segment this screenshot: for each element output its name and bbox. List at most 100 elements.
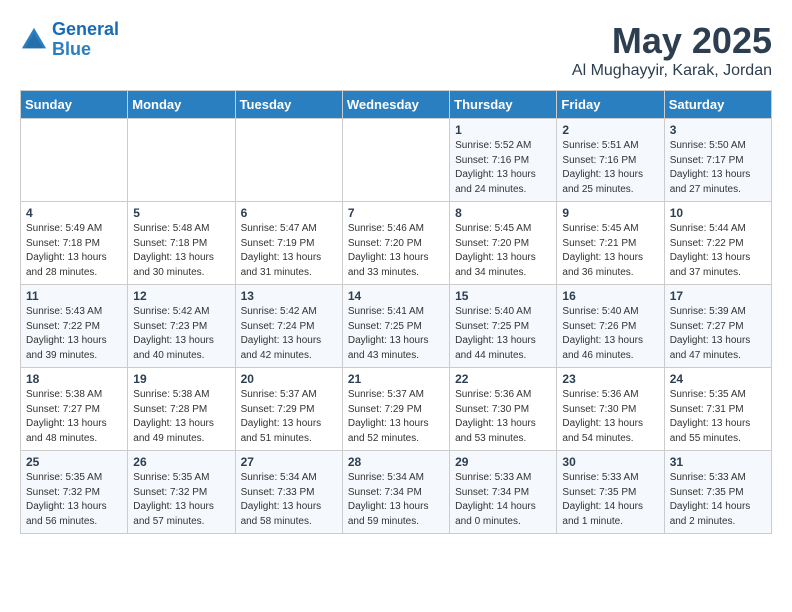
calendar-cell: 23 Sunrise: 5:36 AMSunset: 7:30 PMDayligh… <box>557 368 664 451</box>
calendar-cell: 24 Sunrise: 5:35 AMSunset: 7:31 PMDayligh… <box>664 368 771 451</box>
day-info: Sunrise: 5:33 AMSunset: 7:35 PMDaylight:… <box>670 471 766 529</box>
day-number: 30 <box>562 455 658 469</box>
day-number: 27 <box>241 455 337 469</box>
day-info: Sunrise: 5:45 AMSunset: 7:20 PMDaylight:… <box>455 222 551 280</box>
weekday-header: Tuesday <box>235 91 342 119</box>
weekday-header: Friday <box>557 91 664 119</box>
day-number: 24 <box>670 372 766 386</box>
day-number: 14 <box>348 289 444 303</box>
day-info: Sunrise: 5:44 AMSunset: 7:22 PMDaylight:… <box>670 222 766 280</box>
location-title: Al Mughayyir, Karak, Jordan <box>572 62 772 80</box>
calendar-cell: 15 Sunrise: 5:40 AMSunset: 7:25 PMDayligh… <box>450 285 557 368</box>
calendar-cell: 26 Sunrise: 5:35 AMSunset: 7:32 PMDayligh… <box>128 451 235 534</box>
day-info: Sunrise: 5:38 AMSunset: 7:27 PMDaylight:… <box>26 388 122 446</box>
day-info: Sunrise: 5:36 AMSunset: 7:30 PMDaylight:… <box>455 388 551 446</box>
calendar-cell: 6 Sunrise: 5:47 AMSunset: 7:19 PMDaylight… <box>235 202 342 285</box>
weekday-header: Sunday <box>21 91 128 119</box>
logo-text: General Blue <box>52 20 119 60</box>
calendar-week-row: 18 Sunrise: 5:38 AMSunset: 7:27 PMDayligh… <box>21 368 772 451</box>
day-info: Sunrise: 5:41 AMSunset: 7:25 PMDaylight:… <box>348 305 444 363</box>
day-number: 11 <box>26 289 122 303</box>
weekday-header-row: SundayMondayTuesdayWednesdayThursdayFrid… <box>21 91 772 119</box>
day-info: Sunrise: 5:48 AMSunset: 7:18 PMDaylight:… <box>133 222 229 280</box>
calendar-cell: 25 Sunrise: 5:35 AMSunset: 7:32 PMDayligh… <box>21 451 128 534</box>
calendar-cell: 4Sunrise: 5:49 AMSunset: 7:18 PMDaylight… <box>21 202 128 285</box>
day-number: 10 <box>670 206 766 220</box>
day-info: Sunrise: 5:34 AMSunset: 7:34 PMDaylight:… <box>348 471 444 529</box>
day-number: 16 <box>562 289 658 303</box>
day-info: Sunrise: 5:37 AMSunset: 7:29 PMDaylight:… <box>241 388 337 446</box>
day-number: 4 <box>26 206 122 220</box>
calendar-cell: 14 Sunrise: 5:41 AMSunset: 7:25 PMDayligh… <box>342 285 449 368</box>
day-number: 1 <box>455 123 551 137</box>
calendar-cell: 19Sunrise: 5:38 AMSunset: 7:28 PMDayligh… <box>128 368 235 451</box>
logo: General Blue <box>20 20 119 60</box>
calendar-cell: 3Sunrise: 5:50 AMSunset: 7:17 PMDaylight… <box>664 119 771 202</box>
day-number: 26 <box>133 455 229 469</box>
day-number: 5 <box>133 206 229 220</box>
calendar-cell <box>342 119 449 202</box>
weekday-header: Saturday <box>664 91 771 119</box>
calendar-cell: 2 Sunrise: 5:51 AMSunset: 7:16 PMDaylight… <box>557 119 664 202</box>
day-number: 12 <box>133 289 229 303</box>
day-info: Sunrise: 5:52 AMSunset: 7:16 PMDaylight:… <box>455 139 551 197</box>
calendar-cell: 9 Sunrise: 5:45 AMSunset: 7:21 PMDaylight… <box>557 202 664 285</box>
day-info: Sunrise: 5:51 AMSunset: 7:16 PMDaylight:… <box>562 139 658 197</box>
calendar-cell: 29 Sunrise: 5:33 AMSunset: 7:34 PMDayligh… <box>450 451 557 534</box>
weekday-header: Monday <box>128 91 235 119</box>
calendar-cell: 27 Sunrise: 5:34 AMSunset: 7:33 PMDayligh… <box>235 451 342 534</box>
day-info: Sunrise: 5:42 AMSunset: 7:23 PMDaylight:… <box>133 305 229 363</box>
day-info: Sunrise: 5:42 AMSunset: 7:24 PMDaylight:… <box>241 305 337 363</box>
day-number: 25 <box>26 455 122 469</box>
day-number: 13 <box>241 289 337 303</box>
calendar-cell: 11Sunrise: 5:43 AMSunset: 7:22 PMDayligh… <box>21 285 128 368</box>
day-info: Sunrise: 5:35 AMSunset: 7:32 PMDaylight:… <box>26 471 122 529</box>
calendar-cell: 21Sunrise: 5:37 AMSunset: 7:29 PMDayligh… <box>342 368 449 451</box>
day-info: Sunrise: 5:39 AMSunset: 7:27 PMDaylight:… <box>670 305 766 363</box>
day-info: Sunrise: 5:40 AMSunset: 7:25 PMDaylight:… <box>455 305 551 363</box>
calendar-cell: 20 Sunrise: 5:37 AMSunset: 7:29 PMDayligh… <box>235 368 342 451</box>
month-title: May 2025 <box>572 20 772 62</box>
day-info: Sunrise: 5:34 AMSunset: 7:33 PMDaylight:… <box>241 471 337 529</box>
day-number: 17 <box>670 289 766 303</box>
calendar-cell: 17 Sunrise: 5:39 AMSunset: 7:27 PMDayligh… <box>664 285 771 368</box>
day-number: 22 <box>455 372 551 386</box>
day-info: Sunrise: 5:33 AMSunset: 7:35 PMDaylight:… <box>562 471 658 529</box>
weekday-header: Thursday <box>450 91 557 119</box>
calendar-cell: 16Sunrise: 5:40 AMSunset: 7:26 PMDayligh… <box>557 285 664 368</box>
calendar-week-row: 4Sunrise: 5:49 AMSunset: 7:18 PMDaylight… <box>21 202 772 285</box>
calendar-cell: 13 Sunrise: 5:42 AMSunset: 7:24 PMDayligh… <box>235 285 342 368</box>
title-area: May 2025 Al Mughayyir, Karak, Jordan <box>572 20 772 80</box>
day-info: Sunrise: 5:35 AMSunset: 7:31 PMDaylight:… <box>670 388 766 446</box>
day-number: 9 <box>562 206 658 220</box>
calendar-cell: 18 Sunrise: 5:38 AMSunset: 7:27 PMDayligh… <box>21 368 128 451</box>
day-info: Sunrise: 5:36 AMSunset: 7:30 PMDaylight:… <box>562 388 658 446</box>
day-info: Sunrise: 5:45 AMSunset: 7:21 PMDaylight:… <box>562 222 658 280</box>
day-info: Sunrise: 5:46 AMSunset: 7:20 PMDaylight:… <box>348 222 444 280</box>
weekday-header: Wednesday <box>342 91 449 119</box>
day-number: 28 <box>348 455 444 469</box>
day-number: 7 <box>348 206 444 220</box>
calendar-week-row: 1 Sunrise: 5:52 AMSunset: 7:16 PMDaylight… <box>21 119 772 202</box>
calendar-cell: 30 Sunrise: 5:33 AMSunset: 7:35 PMDayligh… <box>557 451 664 534</box>
day-number: 19 <box>133 372 229 386</box>
day-info: Sunrise: 5:37 AMSunset: 7:29 PMDaylight:… <box>348 388 444 446</box>
calendar-cell: 31 Sunrise: 5:33 AMSunset: 7:35 PMDayligh… <box>664 451 771 534</box>
day-info: Sunrise: 5:33 AMSunset: 7:34 PMDaylight:… <box>455 471 551 529</box>
page-header: General Blue May 2025 Al Mughayyir, Kara… <box>20 20 772 80</box>
calendar-cell: 5 Sunrise: 5:48 AMSunset: 7:18 PMDaylight… <box>128 202 235 285</box>
day-number: 18 <box>26 372 122 386</box>
calendar-cell <box>128 119 235 202</box>
day-number: 6 <box>241 206 337 220</box>
calendar-table: SundayMondayTuesdayWednesdayThursdayFrid… <box>20 90 772 534</box>
calendar-week-row: 11Sunrise: 5:43 AMSunset: 7:22 PMDayligh… <box>21 285 772 368</box>
day-number: 20 <box>241 372 337 386</box>
day-info: Sunrise: 5:35 AMSunset: 7:32 PMDaylight:… <box>133 471 229 529</box>
day-number: 29 <box>455 455 551 469</box>
day-number: 15 <box>455 289 551 303</box>
day-number: 31 <box>670 455 766 469</box>
calendar-cell: 8Sunrise: 5:45 AMSunset: 7:20 PMDaylight… <box>450 202 557 285</box>
day-number: 23 <box>562 372 658 386</box>
day-info: Sunrise: 5:47 AMSunset: 7:19 PMDaylight:… <box>241 222 337 280</box>
day-number: 2 <box>562 123 658 137</box>
